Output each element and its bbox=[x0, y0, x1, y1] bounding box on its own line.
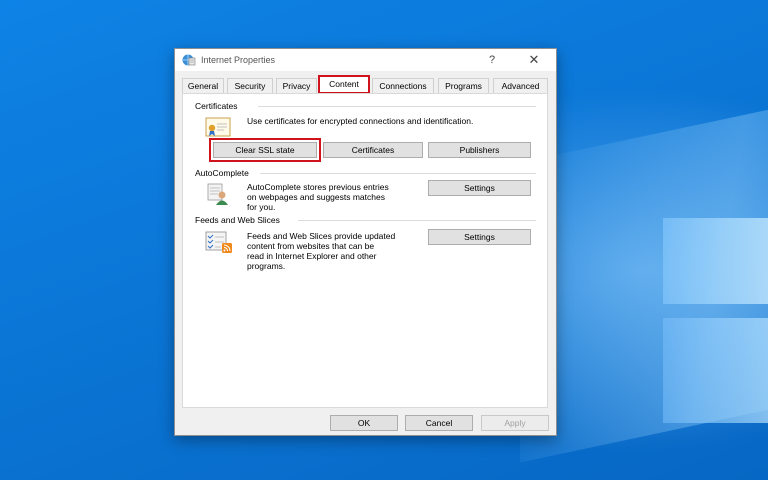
certificates-description: Use certificates for encrypted connectio… bbox=[247, 116, 474, 126]
tab-strip: General Security Privacy Content Connect… bbox=[182, 75, 548, 94]
certificate-icon bbox=[205, 116, 231, 140]
internet-properties-icon bbox=[182, 53, 196, 67]
content-tab-page: Certificates Use certificates for encryp… bbox=[182, 93, 548, 408]
certificates-button[interactable]: Certificates bbox=[323, 142, 423, 158]
feeds-description-line-3: read in Internet Explorer and other bbox=[247, 251, 377, 261]
autocomplete-description-line-2: on webpages and suggests matches bbox=[247, 192, 385, 202]
apply-button[interactable]: Apply bbox=[481, 415, 549, 431]
feeds-description-line-4: programs. bbox=[247, 261, 286, 271]
autocomplete-description-line-1: AutoComplete stores previous entries bbox=[247, 182, 389, 192]
tab-programs[interactable]: Programs bbox=[438, 78, 489, 93]
feeds-group-label: Feeds and Web Slices bbox=[195, 215, 280, 225]
clear-ssl-state-button[interactable]: Clear SSL state bbox=[209, 138, 321, 162]
feeds-settings-button[interactable]: Settings bbox=[428, 229, 531, 245]
internet-properties-dialog: Internet Properties ? ✕ General Security… bbox=[174, 48, 557, 436]
autocomplete-settings-button[interactable]: Settings bbox=[428, 180, 531, 196]
tab-general[interactable]: General bbox=[182, 78, 224, 93]
feeds-group-divider bbox=[298, 220, 536, 221]
window-title: Internet Properties bbox=[201, 55, 276, 65]
title-bar[interactable]: Internet Properties ? ✕ bbox=[175, 49, 556, 71]
cancel-button[interactable]: Cancel bbox=[405, 415, 473, 431]
autocomplete-group-label: AutoComplete bbox=[195, 168, 249, 178]
tab-privacy[interactable]: Privacy bbox=[276, 78, 317, 93]
feeds-description-line-1: Feeds and Web Slices provide updated bbox=[247, 231, 396, 241]
tab-content[interactable]: Content bbox=[318, 75, 370, 94]
tab-security[interactable]: Security bbox=[227, 78, 273, 93]
publishers-button[interactable]: Publishers bbox=[428, 142, 531, 158]
feeds-description-line-2: content from websites that can be bbox=[247, 241, 375, 251]
certificates-group-label: Certificates bbox=[195, 101, 238, 111]
autocomplete-group-divider bbox=[260, 173, 536, 174]
wallpaper-window-pane-bottom bbox=[663, 318, 768, 423]
certificates-group-divider bbox=[258, 106, 536, 107]
tab-advanced[interactable]: Advanced bbox=[493, 78, 548, 93]
rss-feed-icon bbox=[205, 230, 232, 254]
close-button[interactable]: ✕ bbox=[523, 52, 545, 68]
help-button[interactable]: ? bbox=[481, 52, 503, 68]
autocomplete-description-line-3: for you. bbox=[247, 202, 276, 212]
autocomplete-user-icon bbox=[207, 182, 231, 206]
tab-connections[interactable]: Connections bbox=[372, 78, 434, 93]
ok-button[interactable]: OK bbox=[330, 415, 398, 431]
wallpaper-window-pane-top bbox=[663, 218, 768, 304]
